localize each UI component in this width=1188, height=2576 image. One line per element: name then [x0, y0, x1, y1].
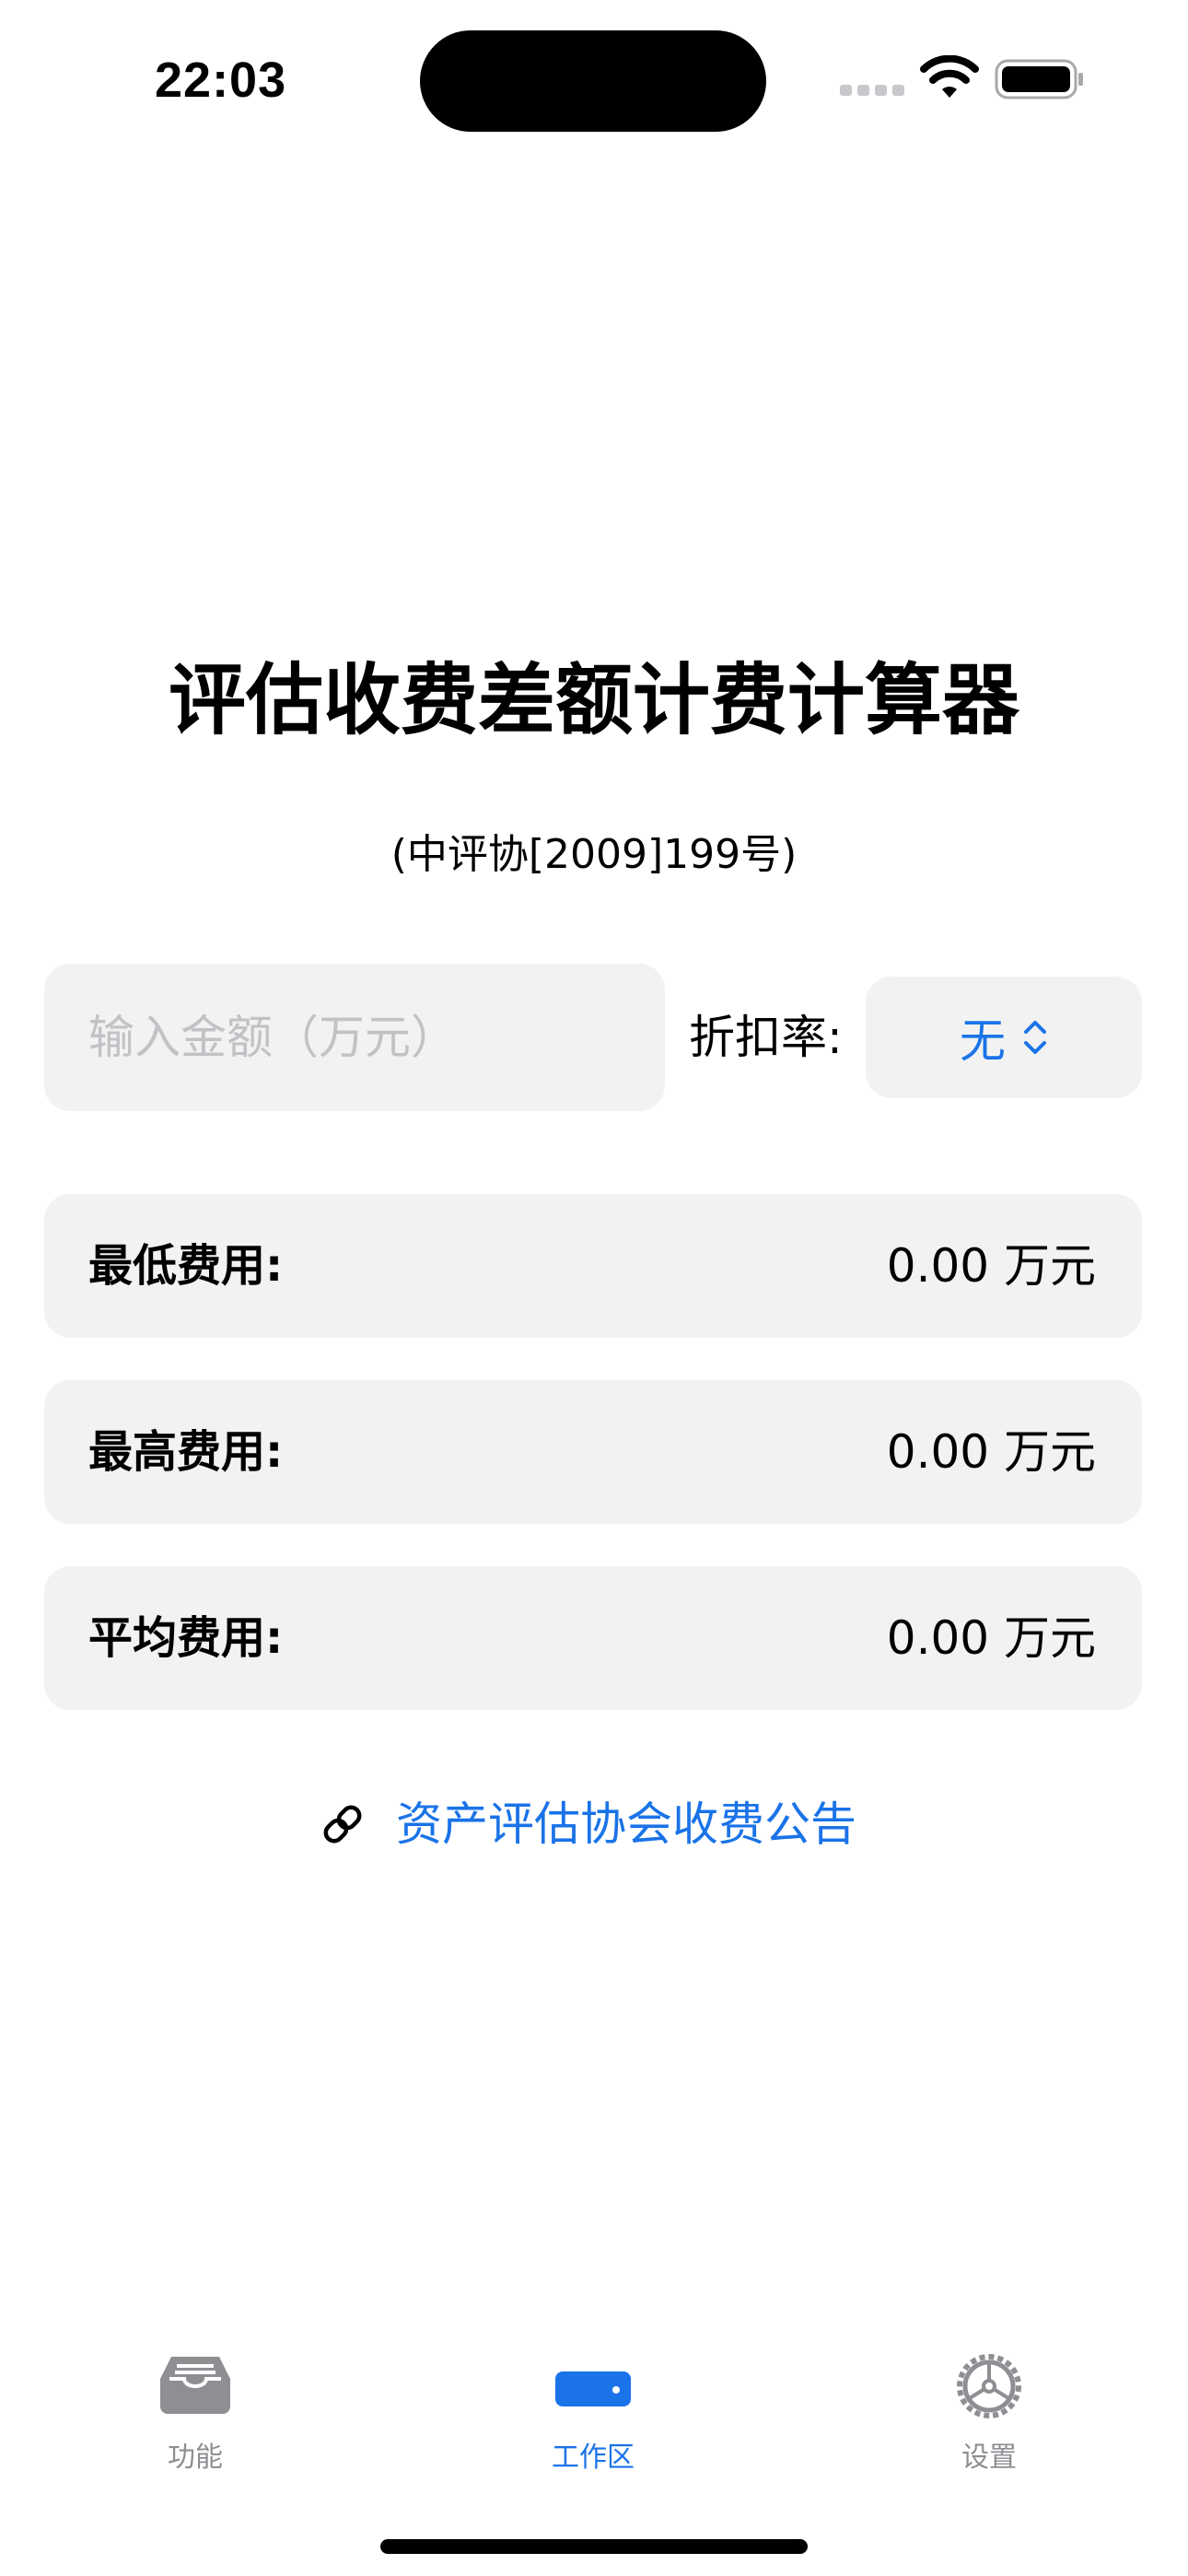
tab-workspace-label: 工作区	[552, 2441, 635, 2474]
amount-input[interactable]	[44, 964, 665, 1111]
avg-fee-label: 平均费用:	[88, 1612, 284, 1664]
discount-label: 折扣率:	[689, 1011, 843, 1064]
drive-icon	[555, 2371, 631, 2406]
tab-workspace[interactable]: 工作区	[483, 2351, 704, 2489]
home-indicator	[380, 2539, 808, 2554]
tray-icon	[160, 2357, 230, 2414]
link-icon	[323, 1805, 362, 1844]
status-bar-time: 22:03	[155, 53, 287, 108]
cellular-signal-icon	[840, 85, 904, 96]
tab-settings[interactable]: 设置	[879, 2351, 1100, 2489]
gear-icon	[957, 2354, 1021, 2418]
avg-fee-card: 平均费用: 0.00 万元	[44, 1566, 1142, 1710]
max-fee-value: 0.00 万元	[886, 1425, 1096, 1479]
fee-notice-link-text: 资产评估协会收费公告	[396, 1797, 856, 1851]
min-fee-label: 最低费用:	[88, 1240, 284, 1292]
discount-picker[interactable]: 无	[866, 977, 1142, 1098]
wifi-icon	[920, 55, 979, 98]
discount-selected-value: 无	[960, 1014, 1006, 1068]
chevron-updown-icon	[1024, 1021, 1046, 1054]
max-fee-label: 最高费用:	[88, 1426, 284, 1478]
avg-fee-value: 0.00 万元	[886, 1611, 1096, 1665]
page-subtitle: (中评协[2009]199号)	[390, 831, 798, 878]
battery-icon	[995, 59, 1083, 100]
max-fee-card: 最高费用: 0.00 万元	[44, 1380, 1142, 1524]
page-title: 评估收费差额计费计算器	[168, 655, 1019, 745]
fee-notice-link[interactable]: 资产评估协会收费公告	[317, 1787, 856, 1861]
dynamic-island	[420, 30, 766, 132]
tab-features-label: 功能	[168, 2441, 223, 2474]
tab-settings-label: 设置	[961, 2441, 1017, 2474]
min-fee-card: 最低费用: 0.00 万元	[44, 1194, 1142, 1338]
min-fee-value: 0.00 万元	[886, 1239, 1096, 1293]
tab-features[interactable]: 功能	[85, 2351, 306, 2489]
